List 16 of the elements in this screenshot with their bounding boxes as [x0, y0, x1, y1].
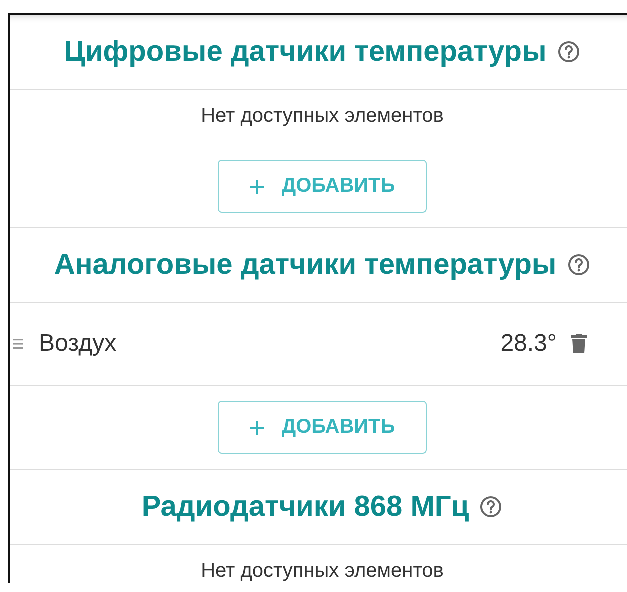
section-title: Аналоговые датчики температуры — [54, 248, 557, 282]
empty-message: Нет доступных элементов — [201, 104, 444, 128]
plus-icon — [250, 420, 264, 434]
help-icon[interactable] — [479, 495, 504, 519]
section-title: Цифровые датчики температуры — [64, 36, 547, 68]
add-button[interactable]: ДОБАВИТЬ — [218, 401, 427, 454]
help-icon[interactable] — [556, 40, 581, 64]
sensor-value: 28.3° — [500, 330, 557, 358]
empty-message: Нет доступных элементов — [201, 559, 444, 583]
add-button[interactable]: ДОБАВИТЬ — [218, 160, 427, 213]
trash-icon[interactable] — [571, 333, 587, 355]
sensor-name: Воздух — [39, 330, 117, 358]
drag-handle-icon[interactable] — [13, 338, 23, 350]
section-title: Радиодатчики 868 МГц — [142, 490, 470, 524]
plus-icon — [250, 180, 264, 194]
help-icon[interactable] — [566, 253, 591, 277]
